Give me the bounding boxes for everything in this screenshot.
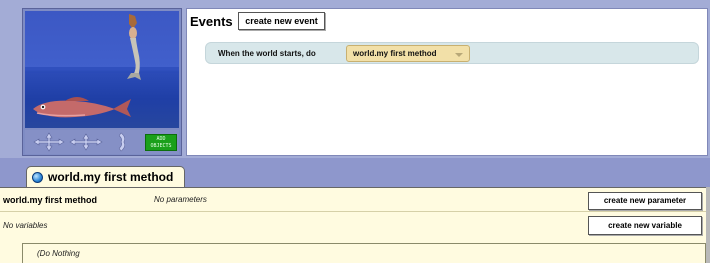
fish-figure[interactable] [33, 97, 131, 118]
method-header: world.my first method No parameters crea… [0, 188, 708, 212]
add-objects-button[interactable]: ADD OBJECTS [145, 134, 177, 151]
event-method-label: world.my first method [353, 49, 437, 58]
create-new-variable-button[interactable]: create new variable [588, 216, 702, 235]
event-method-dropdown[interactable]: world.my first method [346, 45, 470, 62]
scene-illustration [25, 14, 179, 118]
camera-controls: ADD OBJECTS [25, 130, 179, 154]
method-name: world.my first method [3, 195, 98, 205]
editor-scrollbar[interactable] [706, 187, 710, 263]
camera-pan-icon[interactable] [69, 132, 103, 152]
camera-move-icon[interactable] [33, 132, 65, 152]
tab-world-my-first-method[interactable]: world.my first method [26, 166, 185, 188]
parameters-text: No parameters [154, 195, 207, 204]
create-new-event-button[interactable]: create new event [238, 12, 325, 30]
event-row[interactable]: When the world starts, do world.my first… [205, 42, 699, 64]
variables-text: No variables [3, 221, 48, 230]
events-panel: Events create new event When the world s… [186, 8, 708, 156]
do-nothing-placeholder: (Do Nothing [37, 249, 80, 258]
scene-view[interactable] [25, 11, 179, 128]
camera-tilt-icon[interactable] [115, 132, 129, 152]
create-new-parameter-button[interactable]: create new parameter [588, 192, 702, 210]
tab-label: world.my first method [48, 170, 174, 184]
scene-panel: ADD OBJECTS [22, 8, 182, 156]
events-header: Events create new event [187, 9, 707, 35]
variables-line: No variables create new variable [0, 213, 708, 239]
method-editor: world.my first method No parameters crea… [0, 187, 710, 263]
event-trigger-label: When the world starts, do [218, 49, 316, 58]
chevron-down-icon[interactable] [455, 53, 463, 57]
events-title: Events [190, 14, 233, 29]
world-method-icon [32, 172, 43, 183]
method-body[interactable]: (Do Nothing [22, 243, 706, 263]
